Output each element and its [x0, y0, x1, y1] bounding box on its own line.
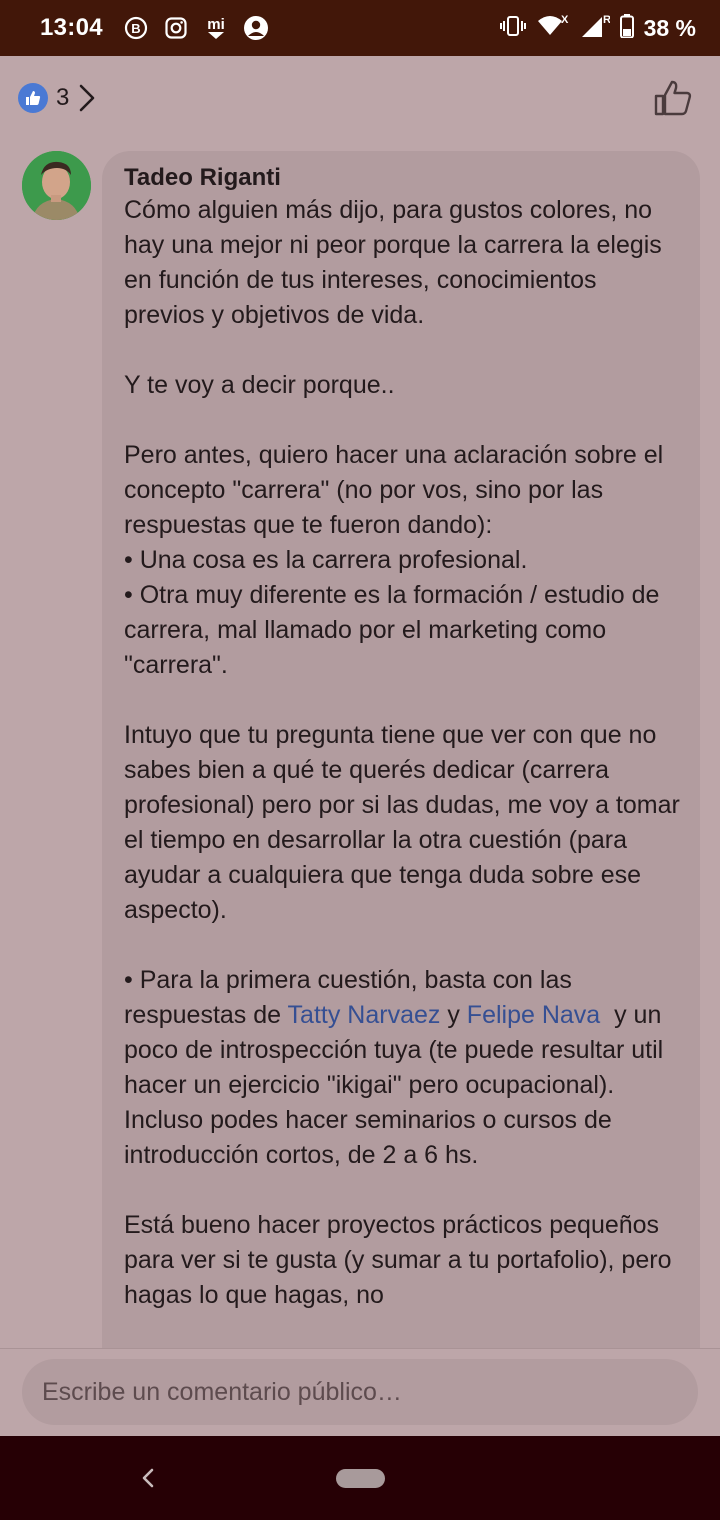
comment-bubble[interactable]: Tadeo Riganti Cómo alguien más dijo, par…	[102, 151, 700, 1391]
comment-paragraph: Incluso podes hacer seminarios o cursos …	[124, 1106, 619, 1169]
battery-percent: 38 %	[643, 14, 696, 41]
profile-circle-icon	[243, 15, 269, 41]
like-button[interactable]	[654, 80, 692, 116]
signal-icon: R	[580, 13, 611, 44]
comment-paragraph: Intuyo que tu pregunta tiene que ver con…	[124, 721, 687, 924]
notification-icons: B mi	[123, 15, 269, 41]
comment-blank-line	[124, 683, 680, 718]
comment-blank-line	[124, 928, 680, 963]
comment-blank-line	[124, 403, 680, 438]
comment-bullet: • Una cosa es la carrera profesional.	[124, 546, 528, 574]
comment-text-segment: y	[447, 1001, 460, 1029]
comment-bullet-with-mentions: • Para la primera cuestión, basta con la…	[124, 963, 680, 1103]
back-icon[interactable]	[136, 1464, 160, 1492]
comment-paragraph: Pero antes, quiero hacer una aclaración …	[124, 441, 671, 539]
chevron-right-icon[interactable]	[77, 83, 97, 113]
svg-text:mi: mi	[207, 16, 225, 33]
svg-text:X: X	[561, 14, 569, 26]
status-time: 13:04	[40, 14, 103, 41]
comment-blank-line	[124, 1173, 680, 1208]
like-reaction-icon[interactable]	[18, 83, 48, 113]
svg-text:R: R	[603, 14, 610, 26]
mi-icon: mi	[203, 15, 229, 41]
mention-felipe-nava[interactable]: Felipe Nava	[467, 1001, 600, 1029]
comment-paragraph: Y te voy a decir porque..	[124, 371, 395, 399]
comment-body: Cómo alguien más dijo, para gustos color…	[124, 193, 680, 1313]
avatar[interactable]	[22, 151, 91, 220]
system-status-icons: X R 38 %	[499, 13, 696, 44]
instagram-icon	[163, 15, 189, 41]
comment-input-bar	[0, 1349, 720, 1436]
b-badge-icon: B	[123, 15, 149, 41]
reaction-count[interactable]: 3	[56, 84, 69, 112]
navigation-bar	[0, 1436, 720, 1520]
wifi-icon: X	[536, 13, 570, 44]
reactions-row: 3	[0, 70, 720, 126]
home-pill-icon[interactable]	[336, 1469, 385, 1488]
comment-author[interactable]: Tadeo Riganti	[124, 163, 680, 193]
mention-tatty-narvaez[interactable]: Tatty Narvaez	[288, 1001, 441, 1029]
vibrate-icon	[499, 15, 526, 42]
comment-blank-line	[124, 333, 680, 368]
comment-bullet: • Otra muy diferente es la formación / e…	[124, 581, 667, 679]
comment-input[interactable]	[22, 1359, 698, 1425]
svg-text:B: B	[131, 21, 140, 36]
status-bar: 13:04 B mi X R 38 %	[0, 0, 720, 56]
comment-paragraph: Está bueno hacer proyectos prácticos peq…	[124, 1211, 679, 1309]
battery-icon	[619, 13, 634, 43]
comment-paragraph: Cómo alguien más dijo, para gustos color…	[124, 196, 669, 329]
